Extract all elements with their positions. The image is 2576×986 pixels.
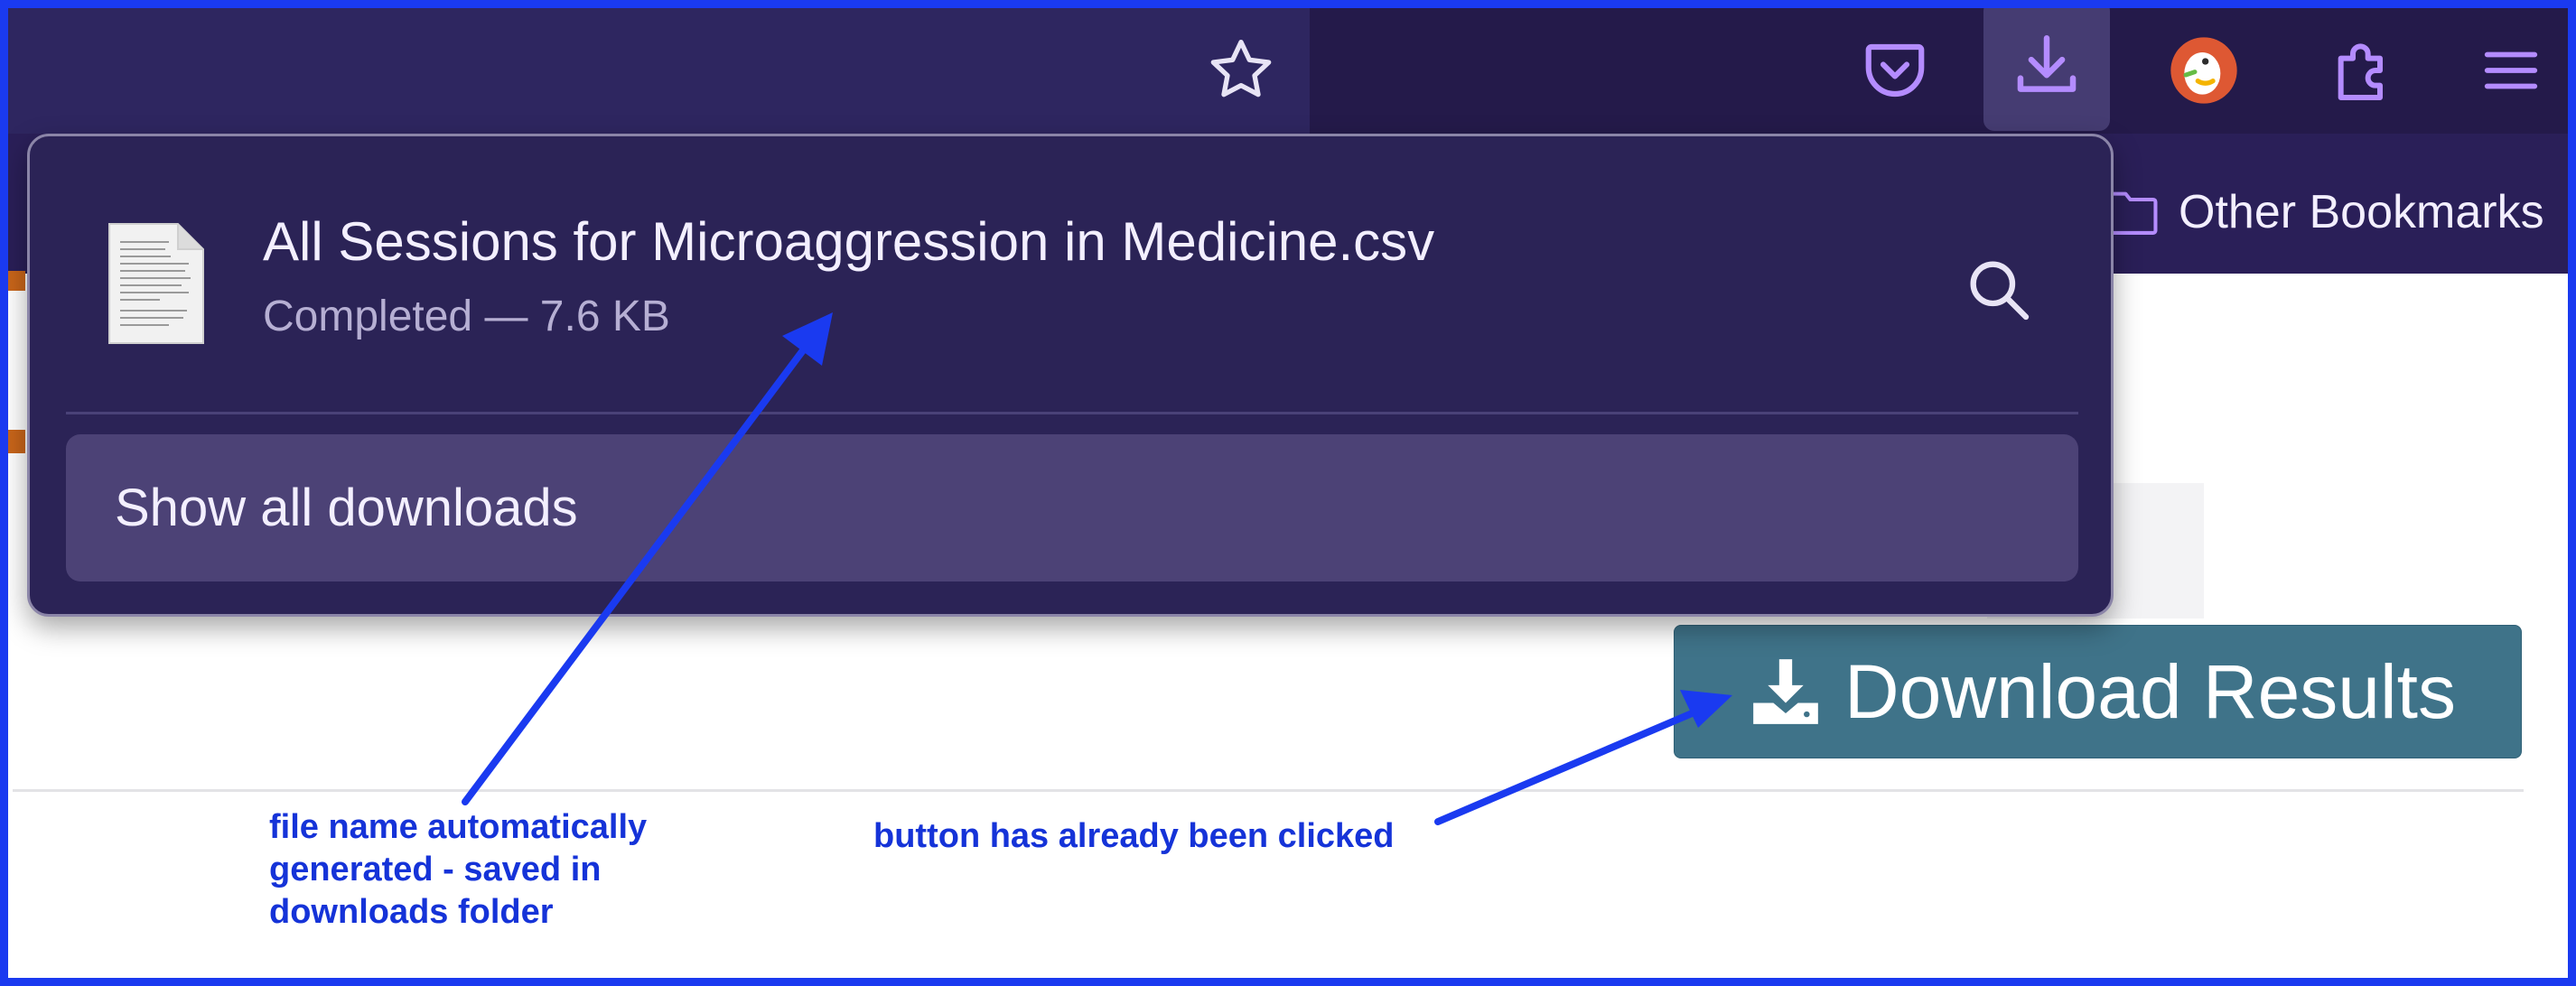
arrowhead [1680,690,1732,728]
annotation-button-note: button has already been clicked [873,817,1395,855]
annotation-file-name-note: file name automatically generated - save… [269,808,648,931]
arrowhead [782,312,833,366]
annotation-arrow-button [1434,705,1706,825]
annotation-arrow-file-name [462,340,812,805]
